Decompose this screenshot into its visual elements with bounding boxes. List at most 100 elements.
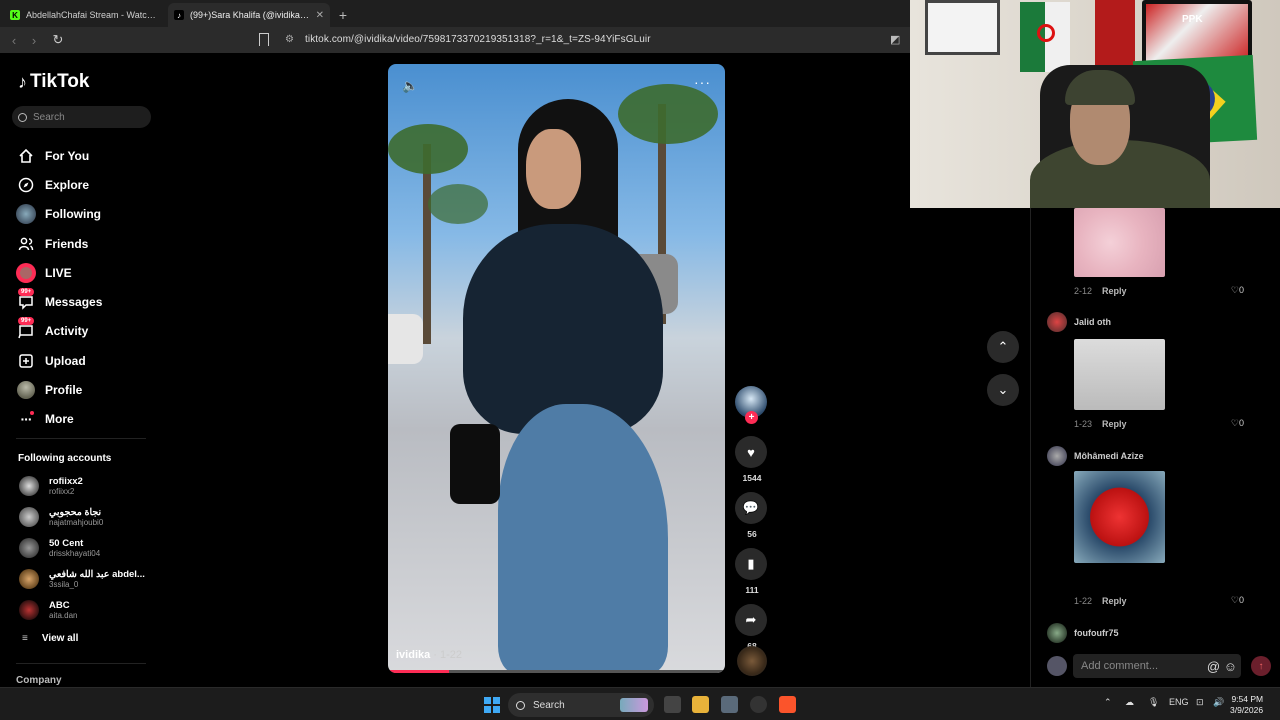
sidebar-item-more[interactable]: ··· More: [16, 405, 156, 434]
forward-button[interactable]: ›: [24, 33, 44, 48]
new-tab-button[interactable]: +: [332, 3, 354, 27]
sidebar-item-profile[interactable]: Profile: [16, 375, 156, 404]
brave-browser-icon[interactable]: [779, 696, 796, 713]
sidebar-item-live[interactable]: LIVE: [16, 258, 156, 287]
tiktok-icon: ♪: [174, 10, 184, 20]
task-view-icon[interactable]: [664, 696, 681, 713]
more-icon: ···: [16, 409, 36, 429]
video-progress-fill: [388, 670, 449, 673]
comment-username: Jalid oth: [1074, 317, 1112, 327]
avatar: [19, 538, 39, 558]
following-account[interactable]: rofiixx2 rofiixx2: [19, 472, 159, 500]
comment-image[interactable]: [1074, 339, 1165, 410]
comment-user[interactable]: Jalid oth: [1047, 312, 1111, 332]
search-icon: [18, 112, 27, 122]
account-name: ABC: [49, 600, 70, 611]
avatar: [19, 569, 39, 589]
address-bar: ‹ › ↻ ⚙ tiktok.com/@ividika/video/759817…: [0, 27, 910, 53]
reply-button[interactable]: Reply: [1102, 419, 1127, 429]
mention-icon[interactable]: @ ☺: [1207, 659, 1241, 674]
author-avatar[interactable]: +: [735, 386, 767, 424]
tab-kick-stream[interactable]: K AbdellahChafai Stream - Watch Live: [4, 3, 166, 27]
reply-button[interactable]: Reply: [1102, 596, 1127, 606]
sidebar-item-for-you[interactable]: For You: [16, 141, 156, 170]
sidebar-divider: [16, 663, 146, 664]
save-button[interactable]: ▮: [735, 548, 767, 580]
close-tab-icon[interactable]: ✕: [316, 10, 324, 21]
search-input[interactable]: Search: [12, 106, 151, 128]
comment-user[interactable]: foufoufr75: [1047, 623, 1119, 643]
more-options-icon[interactable]: ···: [694, 74, 711, 90]
tab-tiktok-video[interactable]: ♪ (99+)Sara Khalifa (@ividika)'s video ✕: [168, 3, 330, 27]
file-explorer-icon[interactable]: [692, 696, 709, 713]
back-button[interactable]: ‹: [4, 33, 24, 48]
send-comment-button[interactable]: ↑: [1251, 656, 1271, 676]
taskbar-search[interactable]: Search: [508, 693, 654, 717]
follow-plus-icon[interactable]: +: [745, 411, 758, 424]
system-clock[interactable]: 9:54 PM 3/9/2026: [1230, 694, 1263, 716]
microphone-icon[interactable]: 🎙: [1148, 697, 1159, 708]
following-account[interactable]: 50 Cent drisskhayati04: [19, 534, 159, 562]
account-handle: 3ssila_0: [49, 580, 79, 589]
sidebar-item-label: Activity: [45, 324, 89, 339]
save-count: 111: [745, 585, 759, 595]
sidebar-item-messages[interactable]: 99+ Messages: [16, 287, 156, 316]
avatar: [1047, 623, 1067, 643]
comment-date: 1-23: [1074, 418, 1093, 429]
avatar: [19, 507, 39, 527]
sidebar-item-label: Friends: [45, 236, 89, 251]
video-player[interactable]: 🔈 ··· ividika · 1-22: [388, 64, 725, 673]
next-video-button[interactable]: ⌄: [987, 374, 1019, 406]
following-account[interactable]: عبد الله شافعي abdel... 3ssila_0: [19, 565, 159, 593]
reply-button[interactable]: Reply: [1102, 286, 1127, 296]
comment-image[interactable]: [1074, 208, 1165, 277]
cloud-icon[interactable]: ☁: [1125, 697, 1134, 708]
bookmark-icon[interactable]: [259, 33, 269, 46]
activity-badge: 99+: [18, 317, 35, 326]
reload-button[interactable]: ↻: [48, 32, 68, 48]
comment-input[interactable]: Add comment... @ ☺: [1073, 654, 1241, 678]
company-link[interactable]: Company: [16, 675, 62, 686]
volume-icon[interactable]: 🔊: [1213, 697, 1224, 708]
app-icon[interactable]: [750, 696, 767, 713]
volume-icon[interactable]: 🔈: [402, 78, 418, 94]
comment-button[interactable]: 💬: [735, 492, 767, 524]
windows-start-icon[interactable]: [484, 697, 500, 713]
comment-user[interactable]: Môhâmedi Azîze: [1047, 446, 1144, 466]
sidebar-item-explore[interactable]: Explore: [16, 170, 156, 199]
view-all-button[interactable]: ≡ View all: [22, 633, 78, 644]
tiktok-logo[interactable]: ♪ TikTok: [18, 71, 89, 93]
sidebar-item-friends[interactable]: Friends: [16, 229, 156, 258]
previous-video-button[interactable]: ⌃: [987, 331, 1019, 363]
like-button[interactable]: ♥: [735, 436, 767, 468]
clock-time: 9:54 PM: [1231, 694, 1264, 704]
heart-outline-icon: ♡: [1230, 595, 1239, 605]
sidebar-item-label: Profile: [45, 383, 83, 398]
music-disc-icon[interactable]: [737, 646, 767, 676]
video-progress-bar[interactable]: [388, 670, 725, 673]
tv-text: PPK: [1182, 14, 1203, 25]
url-field[interactable]: tiktok.com/@ividika/video/75981733702193…: [305, 34, 651, 45]
sidebar-item-upload[interactable]: Upload: [16, 346, 156, 375]
following-account[interactable]: نجاة محجوبي najatmahjoubi0: [19, 503, 159, 531]
comment-like[interactable]: ♡0: [1231, 285, 1244, 296]
comment-icon: 💬: [742, 500, 760, 515]
comment-image[interactable]: [1074, 471, 1165, 563]
video-actions: + ♥ 1544 💬 56 ▮ 111 ➦ 68: [735, 386, 769, 660]
live-icon: [16, 262, 36, 283]
video-author[interactable]: ividika: [396, 649, 430, 661]
share-button[interactable]: ➦: [735, 604, 767, 636]
account-name: rofiixx2: [49, 476, 83, 487]
shields-icon[interactable]: ◩: [890, 33, 900, 46]
chevron-up-icon[interactable]: ⌃: [1104, 697, 1112, 708]
language-indicator[interactable]: ENG: [1169, 697, 1189, 707]
site-info-icon[interactable]: ⚙: [285, 34, 294, 45]
camera-app-icon[interactable]: [721, 696, 738, 713]
network-icon[interactable]: ⊡: [1196, 697, 1204, 708]
comment-like[interactable]: ♡0: [1231, 418, 1244, 429]
comment-like[interactable]: ♡0: [1231, 595, 1244, 606]
following-account[interactable]: ABC aita.dan: [19, 596, 159, 624]
account-handle: najatmahjoubi0: [49, 518, 104, 527]
sidebar-item-activity[interactable]: 99+ Activity: [16, 317, 156, 346]
sidebar-item-following[interactable]: Following: [16, 200, 156, 229]
